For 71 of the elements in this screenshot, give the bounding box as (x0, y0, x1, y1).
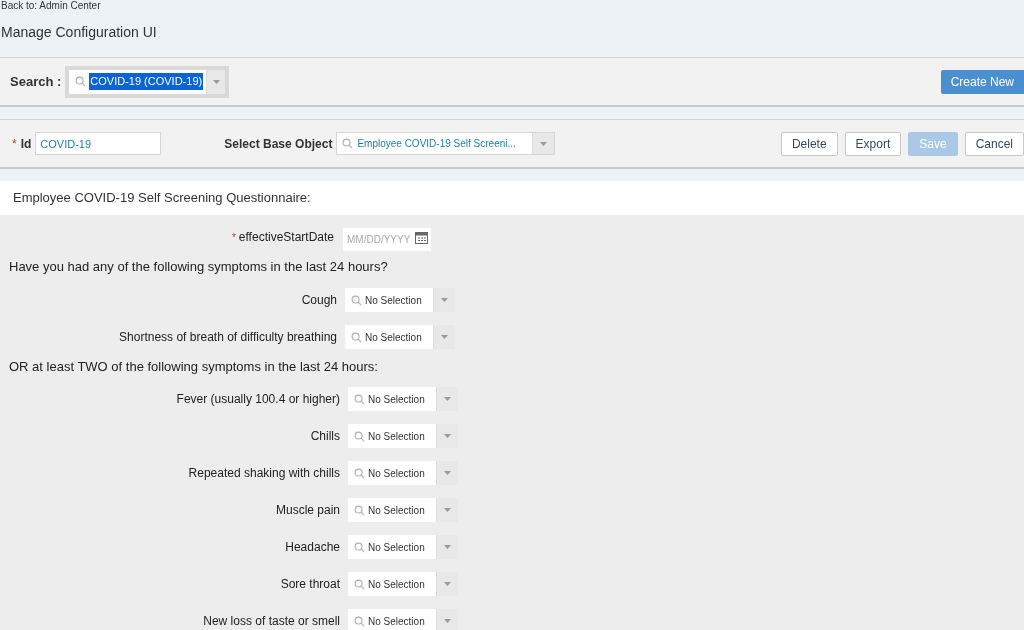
calendar-icon[interactable] (415, 230, 428, 244)
id-input[interactable]: COVID-19 (35, 132, 162, 155)
dropdown-toggle[interactable] (436, 572, 458, 596)
required-mark: * (231, 230, 236, 245)
field-label: Chills (309, 428, 340, 445)
symptom-select[interactable]: No Selection (348, 387, 458, 411)
action-button[interactable]: Delete (780, 131, 838, 156)
caret-icon (444, 434, 451, 438)
symptom-select[interactable]: No Selection (345, 325, 455, 349)
section-heading: OR at least TWO of the following symptoms in the last 24 hours: (8, 358, 379, 377)
caret-icon (444, 582, 451, 586)
dropdown-toggle[interactable] (436, 424, 458, 448)
search-icon (354, 393, 365, 405)
search-icon (75, 76, 87, 87)
field-label: Shortness of breath of difficulty breathing (118, 329, 337, 346)
search-icon (351, 331, 362, 343)
dropdown-toggle[interactable] (436, 387, 458, 411)
field-label: Cough (300, 292, 337, 309)
caret-icon (444, 471, 451, 475)
date-label: effectiveStartDate (238, 229, 334, 246)
field-label: Fever (usually 100.4 or higher) (175, 391, 340, 408)
caret-icon (441, 298, 448, 302)
dropdown-toggle[interactable] (436, 535, 458, 559)
search-icon (354, 541, 365, 553)
field-label: Muscle pain (274, 502, 340, 519)
base-object-label: Select Base Object (224, 135, 333, 153)
caret-icon (444, 545, 451, 549)
search-icon (354, 467, 365, 479)
dropdown-toggle[interactable] (433, 325, 455, 349)
search-icon (351, 294, 362, 306)
section-heading: Have you had any of the following symptoms in the last 24 hours? (8, 258, 389, 277)
field-label: Sore throat (279, 576, 340, 593)
dropdown-toggle[interactable] (532, 133, 555, 154)
dropdown-toggle[interactable] (436, 461, 458, 485)
search-label: Search : (10, 72, 62, 91)
caret-icon (444, 397, 451, 401)
symptom-select[interactable]: No Selection (348, 535, 458, 559)
caret-icon (441, 335, 448, 339)
search-value: COVID-19 (COVID-19) (89, 73, 204, 90)
page-title: Manage Configuration UI (1, 23, 158, 42)
search-icon (354, 615, 365, 627)
dropdown-toggle[interactable] (206, 69, 226, 94)
search-field[interactable]: COVID-19 (COVID-19) (69, 69, 226, 94)
search-icon (354, 578, 365, 590)
action-button[interactable]: Export (844, 131, 902, 156)
date-field[interactable]: MM/DD/YYYY (343, 227, 431, 251)
symptom-select[interactable]: No Selection (348, 572, 458, 596)
symptom-select[interactable]: No Selection (348, 609, 458, 630)
symptom-select[interactable]: No Selection (348, 498, 458, 522)
form-title: Employee COVID-19 Self Screening Questionnaire: (13, 189, 311, 208)
id-label: Id (20, 135, 32, 153)
symptom-select[interactable]: No Selection (345, 288, 455, 312)
symptom-select[interactable]: No Selection (348, 424, 458, 448)
dropdown-toggle[interactable] (433, 288, 455, 312)
back-link[interactable]: Back to: Admin Center (1, 0, 1024, 11)
symptom-select[interactable]: No Selection (348, 461, 458, 485)
search-icon (342, 138, 354, 149)
base-object-select[interactable]: Employee COVID-19 Self Screeni... (336, 132, 556, 155)
caret-icon (444, 619, 451, 623)
field-label: New loss of taste or smell (202, 613, 340, 630)
field-label: Headache (284, 539, 340, 556)
caret-icon (212, 79, 220, 84)
dropdown-toggle[interactable] (436, 609, 458, 630)
dropdown-toggle[interactable] (436, 498, 458, 522)
action-button[interactable]: Cancel (964, 131, 1024, 156)
required-mark: * (12, 135, 17, 153)
field-label: Repeated shaking with chills (187, 465, 340, 482)
search-icon (354, 430, 365, 442)
search-icon (354, 504, 365, 516)
caret-icon (444, 508, 451, 512)
caret-icon (540, 141, 548, 146)
